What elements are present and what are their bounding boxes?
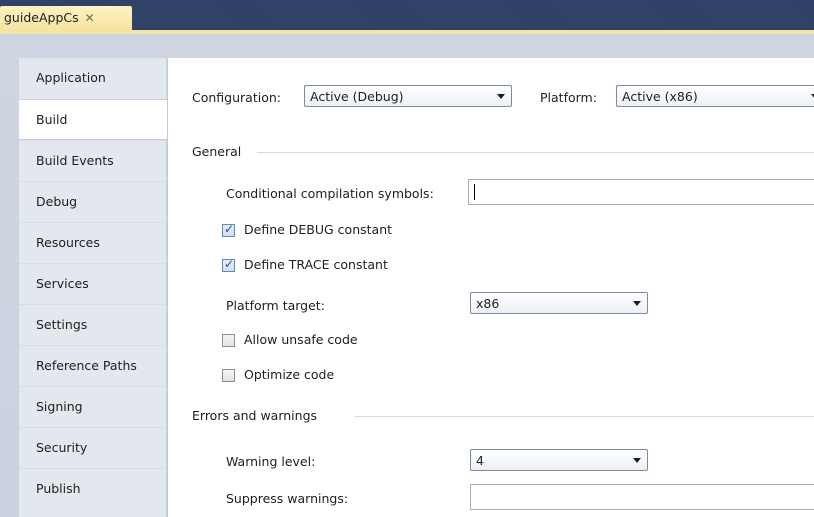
allow-unsafe-checkbox[interactable] xyxy=(222,334,235,347)
optimize-code-label: Optimize code xyxy=(244,367,335,382)
configuration-label: Configuration: xyxy=(192,90,281,105)
sidebar-item-signing[interactable]: Signing xyxy=(19,386,166,427)
platform-target-value: x86 xyxy=(476,296,500,311)
sidebar: Application Build Build Events Debug Res… xyxy=(19,58,169,517)
sidebar-item-label: Build xyxy=(36,112,68,127)
define-trace-label: Define TRACE constant xyxy=(244,257,388,272)
chevron-down-icon xyxy=(633,458,641,463)
configuration-value: Active (Debug) xyxy=(310,89,404,104)
sidebar-item-services[interactable]: Services xyxy=(19,263,166,304)
platform-target-dropdown[interactable]: x86 xyxy=(470,292,648,314)
platform-dropdown[interactable]: Active (x86) xyxy=(616,85,814,107)
sidebar-item-debug[interactable]: Debug xyxy=(19,181,166,222)
sidebar-item-label: Reference Paths xyxy=(36,358,137,373)
sidebar-item-publish[interactable]: Publish xyxy=(19,468,166,509)
general-section-heading: General xyxy=(192,144,242,159)
chevron-down-icon xyxy=(633,301,641,306)
allow-unsafe-label: Allow unsafe code xyxy=(244,332,358,347)
define-debug-label: Define DEBUG constant xyxy=(244,222,393,237)
sidebar-item-label: Resources xyxy=(36,235,100,250)
warning-level-value: 4 xyxy=(476,453,484,468)
warning-level-dropdown[interactable]: 4 xyxy=(470,449,648,471)
project-designer: Application Build Build Events Debug Res… xyxy=(0,34,814,517)
sidebar-item-label: Build Events xyxy=(36,153,114,168)
sidebar-item-build-events[interactable]: Build Events xyxy=(19,140,166,181)
sidebar-item-label: Settings xyxy=(36,317,88,332)
sidebar-item-application[interactable]: Application xyxy=(19,58,166,99)
checkmark-icon: ✓ xyxy=(224,257,235,271)
suppress-warnings-input[interactable] xyxy=(470,484,814,510)
conditional-symbols-input[interactable] xyxy=(468,179,814,205)
document-tab-strip: guideAppCs ✕ xyxy=(0,0,814,30)
checkmark-icon: ✓ xyxy=(224,222,235,236)
suppress-warnings-label: Suppress warnings: xyxy=(226,491,349,506)
define-debug-checkbox[interactable]: ✓ xyxy=(222,222,235,237)
sidebar-item-security[interactable]: Security xyxy=(19,427,166,468)
define-trace-checkbox[interactable]: ✓ xyxy=(222,257,235,272)
sidebar-item-label: Publish xyxy=(36,481,81,496)
platform-target-label: Platform target: xyxy=(226,298,325,313)
close-icon[interactable]: ✕ xyxy=(85,11,95,25)
sidebar-item-label: Services xyxy=(36,276,89,291)
section-divider xyxy=(355,416,814,417)
sidebar-item-resources[interactable]: Resources xyxy=(19,222,166,263)
errors-section-heading: Errors and warnings xyxy=(192,408,318,423)
warning-level-label: Warning level: xyxy=(226,454,316,469)
sidebar-item-label: Signing xyxy=(36,399,83,414)
section-divider xyxy=(257,152,814,153)
sidebar-item-label: Security xyxy=(36,440,88,455)
build-page: Configuration: Active (Debug) Platform: … xyxy=(167,58,814,517)
configuration-dropdown[interactable]: Active (Debug) xyxy=(304,85,512,107)
optimize-code-checkbox[interactable] xyxy=(222,369,235,382)
sidebar-item-label: Debug xyxy=(36,194,78,209)
chevron-down-icon xyxy=(497,94,505,99)
platform-value: Active (x86) xyxy=(622,89,698,104)
platform-label: Platform: xyxy=(540,90,597,105)
document-tab-title: guideAppCs xyxy=(4,10,79,25)
sidebar-item-build[interactable]: Build xyxy=(19,99,169,140)
sidebar-item-settings[interactable]: Settings xyxy=(19,304,166,345)
sidebar-item-reference-paths[interactable]: Reference Paths xyxy=(19,345,166,386)
conditional-symbols-label: Conditional compilation symbols: xyxy=(226,186,434,201)
document-tab[interactable]: guideAppCs ✕ xyxy=(0,6,132,30)
sidebar-item-label: Application xyxy=(36,70,106,85)
text-caret xyxy=(474,184,475,200)
